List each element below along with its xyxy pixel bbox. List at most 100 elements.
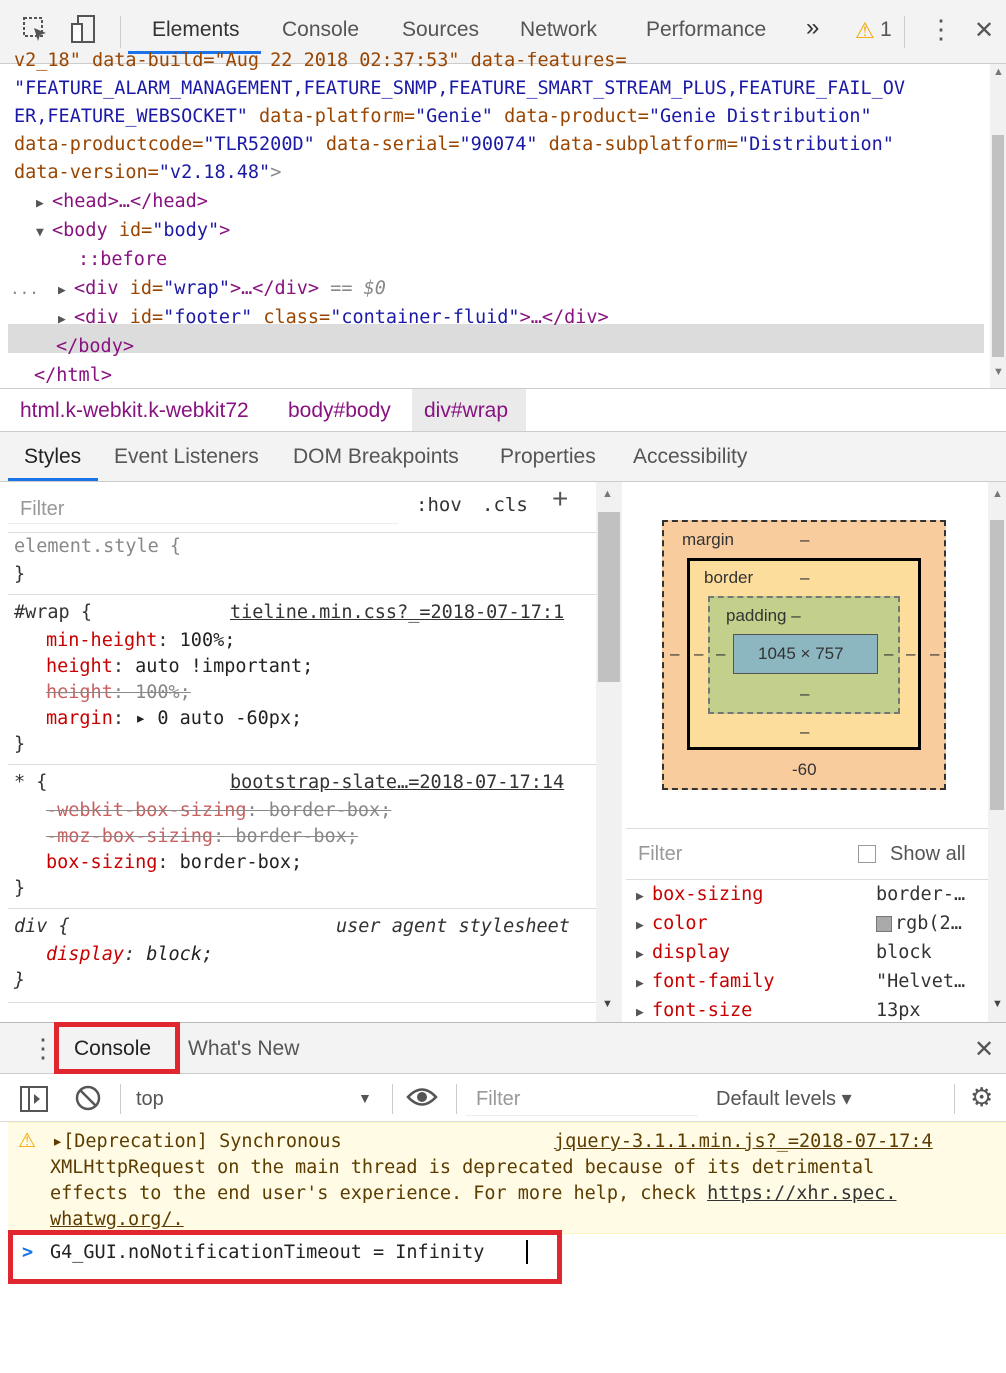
expand-triangle-icon[interactable]: ▶ <box>58 305 74 334</box>
breadcrumb-html[interactable]: html.k-webkit.k-webkit72 <box>20 399 249 423</box>
expand-triangle-icon[interactable]: ▶ <box>58 276 74 305</box>
border-top-value[interactable]: – <box>800 568 809 588</box>
style-prop-box-sizing[interactable]: box-sizing: border-box; <box>46 850 302 876</box>
tab-accessibility[interactable]: Accessibility <box>633 445 747 469</box>
context-selector[interactable]: top ▼ <box>130 1082 380 1116</box>
expand-triangle-icon[interactable]: ▶ <box>636 947 652 962</box>
scroll-down-arrow-icon[interactable]: ▼ <box>993 366 1004 378</box>
style-prop-margin[interactable]: margin: ▸ 0 auto -60px; <box>46 706 302 732</box>
style-prop-min-height[interactable]: min-height: 100%; <box>46 628 235 654</box>
padding-left-value[interactable]: – <box>716 644 725 664</box>
style-prop-height-overridden[interactable]: height: 100%; <box>46 680 191 706</box>
computed-row-color[interactable]: ▶ color <box>636 913 708 934</box>
star-rule-selector[interactable]: * { <box>14 770 47 796</box>
expand-triangle-icon[interactable]: ▶ <box>636 976 652 991</box>
scroll-up-arrow-icon[interactable]: ▲ <box>602 488 613 500</box>
close-devtools-icon[interactable]: ✕ <box>974 16 994 45</box>
warning-source-link[interactable]: jquery-3.1.1.min.js?_=2018-07-17:4 <box>554 1129 933 1155</box>
computed-row-font-family[interactable]: ▶ font-family <box>636 971 775 992</box>
color-swatch[interactable] <box>876 916 892 932</box>
expand-triangle-icon[interactable]: ▶ <box>636 918 652 933</box>
computed-value-color: rgb(2… <box>876 913 962 934</box>
breadcrumb-div-wrap[interactable]: div#wrap <box>424 399 508 423</box>
scroll-up-arrow-icon[interactable]: ▲ <box>993 66 1004 78</box>
xhr-spec-link[interactable]: https://xhr.spec. <box>707 1183 896 1204</box>
scroll-down-arrow-icon[interactable]: ▼ <box>602 998 613 1010</box>
style-prop-height[interactable]: height: auto !important; <box>46 654 313 680</box>
dom-node-footer[interactable]: ▶ <div id="footer" class="container-fluid… <box>58 303 609 334</box>
tab-elements[interactable]: Elements <box>152 18 240 42</box>
element-style-selector[interactable]: element.style { <box>14 534 181 560</box>
margin-top-value[interactable]: – <box>800 530 809 550</box>
scroll-down-arrow-icon[interactable]: ▼ <box>992 998 1003 1010</box>
dom-scrollbar-thumb[interactable] <box>992 135 1004 357</box>
computed-filter-input[interactable]: Filter <box>638 843 682 866</box>
expand-triangle-icon[interactable]: ▶ <box>636 889 652 904</box>
tab-sources[interactable]: Sources <box>402 18 479 42</box>
warning-line-1[interactable]: ▸[Deprecation] Synchronous <box>52 1129 342 1155</box>
expand-triangle-icon[interactable]: ▶ <box>636 1005 652 1020</box>
tab-performance[interactable]: Performance <box>646 18 766 42</box>
log-levels-dropdown[interactable]: Default levels ▾ <box>716 1086 852 1111</box>
tab-network[interactable]: Network <box>520 18 597 42</box>
tab-dom-breakpoints[interactable]: DOM Breakpoints <box>293 445 459 469</box>
dom-node-wrap[interactable]: ▶ <div id="wrap">…</div> == $0 <box>58 274 386 305</box>
dom-pseudo-before[interactable]: ::before <box>78 245 167 274</box>
computed-row-font-size[interactable]: ▶ font-size <box>636 1000 752 1021</box>
dom-node-head[interactable]: ▶ <head>…</head> <box>36 187 208 218</box>
content-size-value[interactable]: 1045 × 757 <box>758 644 844 664</box>
wrap-rule-source-link[interactable]: tieline.min.css?_=2018-07-17:1 <box>230 600 564 626</box>
live-expression-eye-icon[interactable] <box>406 1086 438 1113</box>
padding-bottom-value[interactable]: – <box>800 684 809 704</box>
expand-triangle-icon[interactable]: ▶ <box>36 189 52 218</box>
div-rule-selector[interactable]: div { <box>14 914 70 940</box>
close-drawer-icon[interactable]: ✕ <box>974 1035 994 1064</box>
computed-row-box-sizing[interactable]: ▶ box-sizing <box>636 884 763 905</box>
tab-console[interactable]: Console <box>282 18 359 42</box>
console-settings-gear-icon[interactable]: ⚙ <box>970 1082 993 1113</box>
margin-right-value[interactable]: – <box>930 644 939 664</box>
drawer-tab-whats-new[interactable]: What's New <box>188 1037 299 1061</box>
new-style-rule-button[interactable]: + <box>552 485 568 513</box>
margin-left-value[interactable]: – <box>670 644 679 664</box>
cls-toggle[interactable]: .cls <box>482 492 528 518</box>
styles-scrollbar-thumb[interactable] <box>598 512 620 682</box>
show-all-label[interactable]: Show all <box>890 843 966 866</box>
collapse-triangle-icon[interactable]: ▼ <box>36 218 52 247</box>
padding-label[interactable]: padding – <box>726 606 801 626</box>
wrap-rule-selector[interactable]: #wrap { <box>14 600 92 626</box>
computed-value-font-size: 13px <box>876 1000 921 1021</box>
warning-count[interactable]: 1 <box>880 18 892 42</box>
more-tabs-button[interactable]: » <box>806 14 819 42</box>
border-right-value[interactable]: – <box>906 644 915 664</box>
style-prop-webkit-box-sizing[interactable]: -webkit-box-sizing: border-box; <box>46 798 391 824</box>
styles-filter-input[interactable]: Filter <box>8 488 398 524</box>
padding-right-value[interactable]: – <box>884 644 893 664</box>
warning-line-2: XMLHttpRequest on the main thread is dep… <box>50 1157 875 1178</box>
clear-console-icon[interactable] <box>74 1084 102 1117</box>
star-rule-source-link[interactable]: bootstrap-slate…=2018-07-17:14 <box>230 770 564 796</box>
margin-bottom-value[interactable]: -60 <box>792 760 817 780</box>
console-filter-input[interactable]: Filter <box>466 1082 698 1116</box>
hov-toggle[interactable]: :hov <box>416 492 462 518</box>
scroll-up-arrow-icon[interactable]: ▲ <box>992 488 1003 500</box>
inspect-element-icon[interactable] <box>22 16 50 51</box>
border-bottom-value[interactable]: – <box>800 722 809 742</box>
computed-row-display[interactable]: ▶ display <box>636 942 730 963</box>
tab-styles[interactable]: Styles <box>24 445 81 469</box>
node-actions-ellipsis[interactable]: ... <box>10 274 39 303</box>
tab-properties[interactable]: Properties <box>500 445 596 469</box>
tab-event-listeners[interactable]: Event Listeners <box>114 445 259 469</box>
style-prop-moz-box-sizing[interactable]: -moz-box-sizing: border-box; <box>46 824 358 850</box>
warning-icon[interactable]: ⚠ <box>855 18 875 44</box>
computed-scrollbar-thumb[interactable] <box>990 520 1004 810</box>
sidebar-toggle-icon[interactable] <box>20 1086 48 1117</box>
customize-menu-icon[interactable]: ⋮ <box>928 14 954 45</box>
breadcrumb-body[interactable]: body#body <box>288 399 391 423</box>
dom-node-body[interactable]: ▼ <body id="body"> <box>36 216 230 247</box>
border-left-value[interactable]: – <box>694 644 703 664</box>
drawer-menu-icon[interactable]: ⋮ <box>30 1033 56 1064</box>
style-prop-display[interactable]: display: block; <box>46 942 213 968</box>
device-toolbar-icon[interactable] <box>70 14 100 51</box>
show-all-checkbox[interactable] <box>858 845 876 863</box>
